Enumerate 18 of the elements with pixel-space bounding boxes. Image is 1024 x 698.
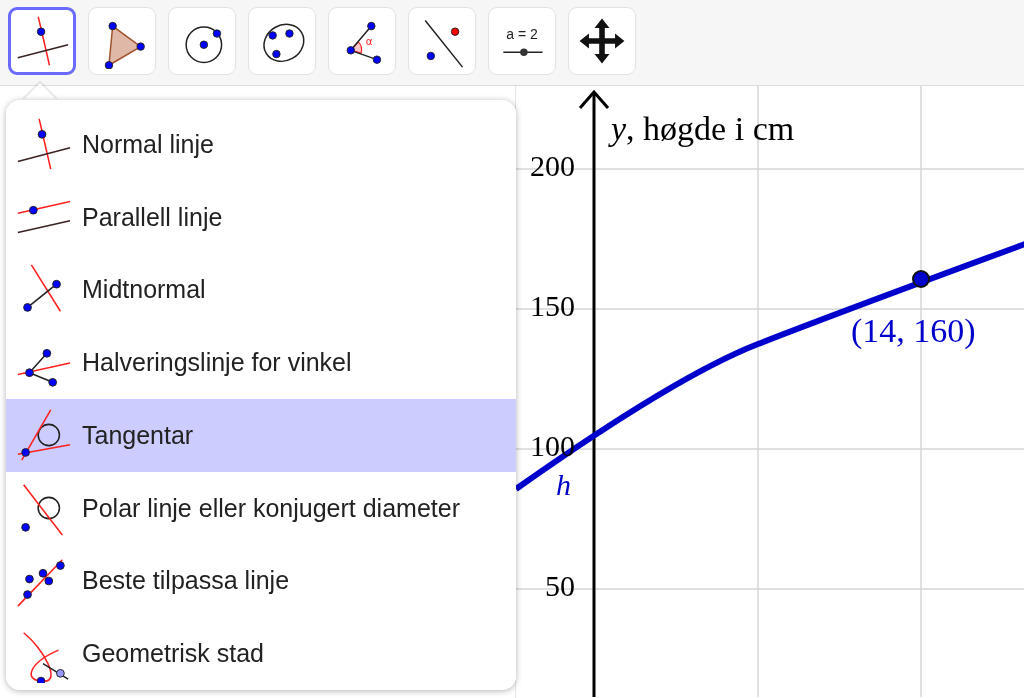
tool-button[interactable]: α xyxy=(328,7,396,75)
y-tick-label: 200 xyxy=(530,149,575,183)
menu-item[interactable]: Midtnormal xyxy=(6,253,516,327)
y-tick-label: 150 xyxy=(530,289,575,323)
point-label: (14, 160) xyxy=(851,312,976,350)
point xyxy=(912,270,930,288)
menu-item[interactable]: Beste tilpassa linje xyxy=(6,544,516,618)
menu-item[interactable]: Halveringslinje for vinkel xyxy=(6,326,516,399)
y-tick-label: 100 xyxy=(530,429,575,463)
menu-item[interactable]: Polar linje eller konjugert diameter xyxy=(6,471,516,545)
menu-item[interactable]: Normal linje xyxy=(6,108,516,181)
menu-item[interactable]: Tangentar xyxy=(6,399,516,472)
tool-button[interactable]: a = 2 xyxy=(488,7,556,75)
tool-button[interactable] xyxy=(8,7,76,75)
menu-item[interactable]: Geometrisk stad xyxy=(6,617,516,690)
menu-item[interactable]: Parallell linje xyxy=(6,180,516,254)
y-tick-label: 50 xyxy=(545,569,575,603)
function-label: h xyxy=(556,468,571,502)
